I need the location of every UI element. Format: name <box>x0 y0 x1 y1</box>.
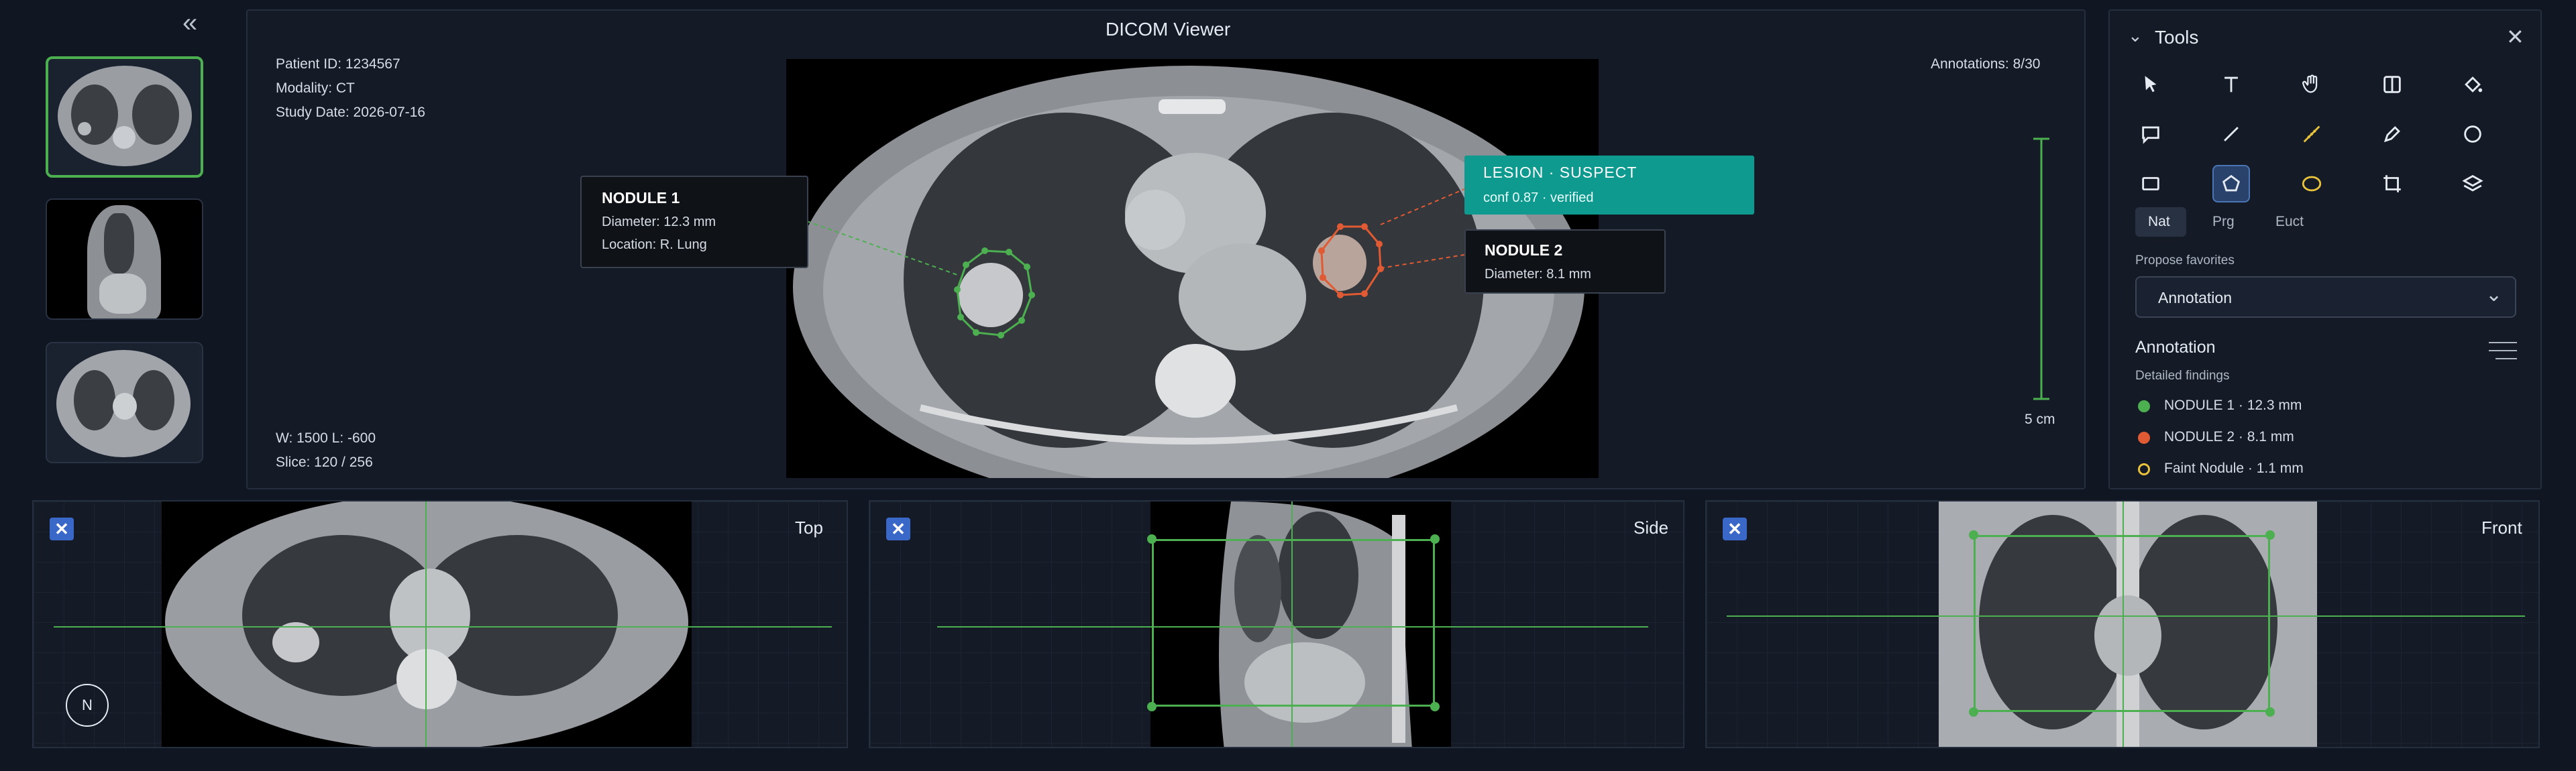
section-subtitle: Detailed findings <box>2135 369 2230 383</box>
close-viewport-button[interactable]: ✕ <box>886 518 910 540</box>
rectangle-icon[interactable] <box>2132 165 2169 202</box>
close-viewport-button[interactable]: ✕ <box>50 518 74 540</box>
callout-confidence: conf 0.87 · verified <box>1483 190 1594 205</box>
comment-icon[interactable] <box>2132 115 2169 153</box>
callout-lesion[interactable]: LESION · SUSPECT conf 0.87 · verified <box>1464 156 1754 215</box>
mode-tab-euct[interactable]: Euct <box>2275 214 2304 230</box>
viewport-side[interactable]: ✕ Side <box>869 500 1684 748</box>
roi-box[interactable] <box>1974 535 2270 712</box>
layers-icon[interactable] <box>2454 165 2491 202</box>
callout-diameter: Diameter: 12.3 mm <box>602 215 716 229</box>
orientation-badge[interactable]: N <box>66 684 109 727</box>
text-icon[interactable] <box>2212 66 2250 103</box>
line-icon[interactable] <box>2212 115 2250 153</box>
ellipse-icon[interactable] <box>2293 165 2330 202</box>
annotation-dropdown[interactable]: Annotation ⌄ <box>2135 276 2516 318</box>
mode-tab-label: Nat <box>2148 214 2170 229</box>
close-icon[interactable]: ✕ <box>2506 24 2524 50</box>
favorites-label: Propose favorites <box>2135 253 2235 268</box>
roi-box[interactable] <box>1152 539 1435 707</box>
polygon-icon[interactable] <box>2212 165 2250 202</box>
status-dot <box>2138 463 2150 475</box>
callout-title: NODULE 2 <box>1485 241 1563 259</box>
callout-diameter: Diameter: 8.1 mm <box>1485 267 1591 282</box>
ruler-icon[interactable] <box>2293 115 2330 153</box>
axial-image <box>162 501 692 747</box>
tools-header: Tools <box>2155 27 2199 48</box>
chevron-down-icon: ⌄ <box>2485 284 2503 306</box>
circle-icon[interactable] <box>2454 115 2491 153</box>
dropdown-value: Annotation <box>2158 289 2232 306</box>
mode-tab-prg[interactable]: Prg <box>2212 214 2235 230</box>
hand-icon[interactable] <box>2293 66 2330 103</box>
fill-icon[interactable] <box>2454 66 2491 103</box>
section-title: Annotation <box>2135 338 2216 357</box>
callout-nodule-1[interactable]: NODULE 1 Diameter: 12.3 mm Location: R. … <box>580 176 808 268</box>
viewport-label: Top <box>795 518 823 538</box>
pointer-icon[interactable] <box>2132 66 2169 103</box>
viewport-label: Side <box>1633 518 1669 538</box>
viewport-label: Front <box>2481 518 2522 538</box>
viewport-top[interactable]: ✕ Top N <box>32 500 848 748</box>
crop-icon[interactable] <box>2373 165 2411 202</box>
tools-collapse-icon[interactable]: ⌄ <box>2128 25 2143 46</box>
callout-location: Location: R. Lung <box>602 237 707 252</box>
scale-label: 5 cm <box>2025 412 2055 427</box>
menu-icon[interactable] <box>2489 342 2517 361</box>
callout-title: LESION · SUSPECT <box>1483 164 1638 181</box>
finding-label: NODULE 1 · 12.3 mm <box>2164 398 2302 413</box>
split-view-icon[interactable] <box>2373 66 2411 103</box>
viewport-front[interactable]: ✕ Front <box>1705 500 2540 748</box>
callout-nodule-2[interactable]: NODULE 2 Diameter: 8.1 mm <box>1464 229 1666 294</box>
pen-icon[interactable] <box>2373 115 2411 153</box>
finding-label: Faint Nodule · 1.1 mm <box>2164 461 2304 476</box>
status-dot <box>2138 432 2150 444</box>
orientation-label: N <box>82 697 93 713</box>
callout-title: NODULE 1 <box>602 189 680 206</box>
status-dot <box>2138 400 2150 412</box>
close-viewport-button[interactable]: ✕ <box>1723 518 1747 540</box>
finding-label: NODULE 2 · 8.1 mm <box>2164 429 2294 444</box>
